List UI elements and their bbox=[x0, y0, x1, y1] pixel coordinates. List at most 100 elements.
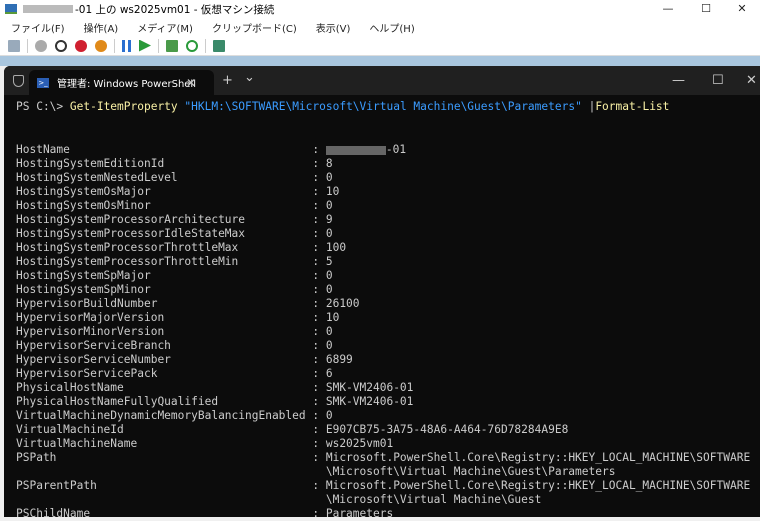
shutdown-icon[interactable] bbox=[75, 39, 87, 52]
divider bbox=[205, 38, 206, 53]
command-output: HostName : -01 HostingSystemEditionId : 8… bbox=[16, 143, 750, 521]
tab-close-icon[interactable]: ✕ bbox=[186, 76, 196, 90]
property-row: HostName : -01 bbox=[16, 143, 750, 157]
property-value: 0 bbox=[325, 199, 333, 212]
property-row: HostingSystemProcessorThrottleMax : 100 bbox=[16, 241, 750, 255]
property-name: PhysicalHostName : bbox=[16, 381, 326, 394]
desktop-background bbox=[0, 56, 760, 66]
property-row: HypervisorServiceNumber : 6899 bbox=[16, 353, 750, 367]
tab-dropdown-button[interactable]: ⌄ bbox=[244, 70, 255, 85]
power-icon[interactable] bbox=[95, 39, 107, 52]
title-bar: -01 上の ws2025vm01 - 仮想マシン接続 — ☐ ✕ bbox=[0, 0, 760, 18]
property-value: 0 bbox=[325, 409, 333, 422]
property-row: VirtualMachineDynamicMemoryBalancingEnab… bbox=[16, 409, 750, 423]
property-name: HostingSystemEditionId : bbox=[16, 157, 326, 170]
command-line[interactable]: PS C:\> Get-ItemProperty "HKLM:\SOFTWARE… bbox=[16, 100, 669, 114]
property-value: 100 bbox=[325, 241, 347, 254]
property-value: ws2025vm01 bbox=[325, 437, 394, 450]
pipe: | bbox=[581, 100, 596, 113]
new-tab-button[interactable]: + bbox=[222, 73, 233, 88]
property-name: HypervisorBuildNumber : bbox=[16, 297, 326, 310]
property-name: PSChildName : bbox=[16, 507, 326, 520]
menu-file[interactable]: ファイル(F) bbox=[0, 20, 73, 35]
menu-view[interactable]: 表示(V) bbox=[305, 20, 359, 35]
property-name: HostingSystemProcessorThrottleMax : bbox=[16, 241, 326, 254]
property-name: VirtualMachineName : bbox=[16, 437, 326, 450]
property-row: HypervisorServiceBranch : 0 bbox=[16, 339, 750, 353]
property-name: HostingSystemProcessorIdleStateMax : bbox=[16, 227, 326, 240]
property-value: E907CB75-3A75-48A6-A464-76D78284A9E8 bbox=[325, 423, 569, 436]
format-cmdlet: Format-List bbox=[595, 100, 670, 113]
property-name: HostingSystemProcessorArchitecture : bbox=[16, 213, 326, 226]
property-value: 6899 bbox=[325, 353, 353, 366]
terminal-close-button[interactable]: ✕ bbox=[746, 73, 757, 88]
menu-clipboard[interactable]: クリップボード(C) bbox=[201, 20, 305, 35]
property-name: HostingSystemSpMinor : bbox=[16, 283, 326, 296]
menu-media[interactable]: メディア(M) bbox=[126, 20, 201, 35]
cmdlet: Get-ItemProperty bbox=[69, 100, 178, 113]
menu-help[interactable]: ヘルプ(H) bbox=[358, 20, 422, 35]
revert-icon[interactable] bbox=[186, 39, 198, 52]
tab-title: 管理者: Windows PowerShell bbox=[57, 79, 196, 90]
property-row: HypervisorMinorVersion : 0 bbox=[16, 325, 750, 339]
property-value: 8 bbox=[325, 157, 333, 170]
property-row: VirtualMachineName : ws2025vm01 bbox=[16, 437, 750, 451]
prompt: PS C:\> bbox=[16, 100, 70, 113]
checkpoint-icon[interactable] bbox=[166, 39, 178, 52]
menu-action[interactable]: 操作(A) bbox=[73, 20, 127, 35]
pause-icon[interactable] bbox=[122, 39, 131, 52]
ctrl-alt-del-icon[interactable] bbox=[8, 39, 20, 52]
property-value: SMK-VM2406-01 bbox=[325, 381, 414, 394]
close-button[interactable]: ✕ bbox=[724, 0, 760, 18]
property-row: PSParentPath : Microsoft.PowerShell.Core… bbox=[16, 479, 750, 507]
property-value: 9 bbox=[325, 213, 333, 226]
property-value: SMK-VM2406-01 bbox=[325, 395, 414, 408]
property-name: PSPath : bbox=[16, 451, 326, 464]
toolbar bbox=[0, 36, 760, 56]
property-name: HostingSystemProcessorThrottleMin : bbox=[16, 255, 326, 268]
property-value: 10 bbox=[325, 311, 340, 324]
maximize-button[interactable]: ☐ bbox=[688, 0, 724, 18]
property-name: HypervisorServicePack : bbox=[16, 367, 326, 380]
property-row: PSPath : Microsoft.PowerShell.Core\Regis… bbox=[16, 451, 750, 479]
property-name: HypervisorServiceBranch : bbox=[16, 339, 326, 352]
property-row: HostingSystemProcessorArchitecture : 9 bbox=[16, 213, 750, 227]
menu-bar: ファイル(F) 操作(A) メディア(M) クリップボード(C) 表示(V) ヘ… bbox=[0, 18, 760, 36]
divider bbox=[27, 38, 28, 53]
terminal-maximize-button[interactable]: ☐ bbox=[712, 73, 724, 88]
property-name: HypervisorServiceNumber : bbox=[16, 353, 326, 366]
divider bbox=[158, 38, 159, 53]
terminal-window: >_ 管理者: Windows PowerShell ✕ + ⌄ — ☐ ✕ P… bbox=[4, 66, 760, 520]
property-value: 0 bbox=[325, 325, 333, 338]
property-name: HostName : bbox=[16, 143, 326, 156]
property-row: HostingSystemEditionId : 8 bbox=[16, 157, 750, 171]
registry-path: "HKLM:\SOFTWARE\Microsoft\Virtual Machin… bbox=[184, 100, 582, 113]
property-row: HostingSystemProcessorThrottleMin : 5 bbox=[16, 255, 750, 269]
property-row: HostingSystemOsMinor : 0 bbox=[16, 199, 750, 213]
turn-off-icon[interactable] bbox=[55, 39, 67, 52]
property-value: 5 bbox=[325, 255, 333, 268]
property-name: VirtualMachineDynamicMemoryBalancingEnab… bbox=[16, 409, 326, 422]
property-row: HostingSystemSpMinor : 0 bbox=[16, 283, 750, 297]
property-row: HostingSystemProcessorIdleStateMax : 0 bbox=[16, 227, 750, 241]
start-icon[interactable] bbox=[35, 39, 47, 52]
divider bbox=[114, 38, 115, 53]
powershell-icon: >_ bbox=[37, 77, 49, 88]
redacted-hostname bbox=[325, 145, 386, 155]
tab-powershell[interactable]: >_ 管理者: Windows PowerShell ✕ bbox=[29, 70, 214, 95]
resume-icon[interactable] bbox=[139, 39, 151, 52]
property-value: 0 bbox=[325, 283, 333, 296]
property-row: HypervisorBuildNumber : 26100 bbox=[16, 297, 750, 311]
enhanced-session-icon[interactable] bbox=[213, 39, 225, 52]
property-row: HostingSystemSpMajor : 0 bbox=[16, 269, 750, 283]
property-value: -01 bbox=[385, 143, 407, 156]
minimize-button[interactable]: — bbox=[650, 0, 686, 18]
terminal-minimize-button[interactable]: — bbox=[672, 73, 685, 88]
property-name: PSParentPath : bbox=[16, 479, 326, 492]
property-value: 26100 bbox=[325, 297, 360, 310]
property-row: PhysicalHostName : SMK-VM2406-01 bbox=[16, 381, 750, 395]
property-value: 0 bbox=[325, 227, 333, 240]
property-value: 0 bbox=[325, 171, 333, 184]
property-name: HypervisorMajorVersion : bbox=[16, 311, 326, 324]
property-name: PhysicalHostNameFullyQualified : bbox=[16, 395, 326, 408]
